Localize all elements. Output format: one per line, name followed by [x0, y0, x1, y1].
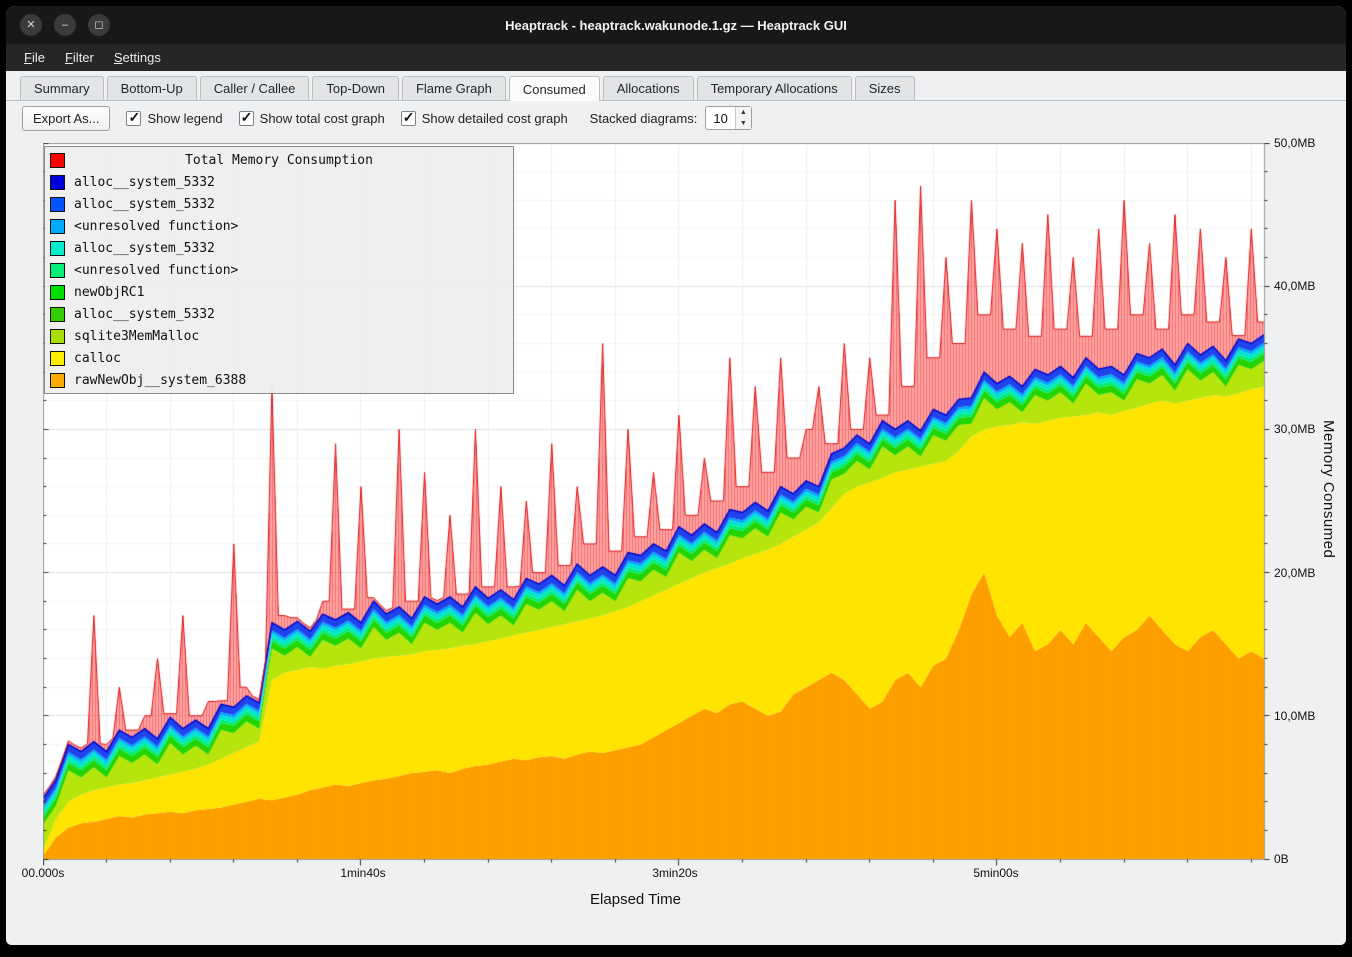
window-controls: ✕ – ◻ — [20, 14, 110, 36]
menu-file[interactable]: File — [14, 46, 55, 69]
spinner-value: 10 — [706, 107, 734, 129]
tab-bottom-up[interactable]: Bottom-Up — [107, 76, 197, 100]
tab-caller-callee[interactable]: Caller / Callee — [200, 76, 310, 100]
y-axis-label: 40,0MB — [1274, 278, 1315, 294]
y-axis-label: 50,0MB — [1274, 135, 1315, 151]
legend-title: Total Memory Consumption — [74, 153, 484, 168]
legend-color-swatch — [50, 153, 65, 168]
heaptrack-window: ✕ – ◻ Heaptrack - heaptrack.wakunode.1.g… — [6, 6, 1346, 945]
maximize-icon: ◻ — [94, 20, 103, 31]
tab-bar: Summary Bottom-Up Caller / Callee Top-Do… — [6, 71, 1346, 101]
legend-entry: alloc__system_5332 — [45, 237, 513, 259]
legend-entry-label: calloc — [74, 351, 121, 366]
tab-temporary-allocations[interactable]: Temporary Allocations — [697, 76, 852, 100]
legend-entry-label: alloc__system_5332 — [74, 307, 215, 322]
close-icon: ✕ — [26, 20, 35, 31]
legend-color-swatch — [50, 329, 65, 344]
window-title: Heaptrack - heaptrack.wakunode.1.gz — He… — [6, 18, 1346, 33]
checkbox-icon — [401, 111, 416, 126]
y-axis-title: Memory Consumed — [1320, 420, 1337, 558]
tab-top-down[interactable]: Top-Down — [312, 76, 399, 100]
legend-color-swatch — [50, 351, 65, 366]
legend-entry-label: newObjRC1 — [74, 285, 144, 300]
legend-entry: calloc — [45, 347, 513, 369]
checkbox-icon — [126, 111, 141, 126]
stacked-diagrams-label: Stacked diagrams: — [590, 111, 698, 126]
legend-entry: <unresolved function> — [45, 259, 513, 281]
x-axis-label: 5min00s — [951, 866, 1041, 880]
legend-color-swatch — [50, 373, 65, 388]
y-axis-label: 30,0MB — [1274, 421, 1315, 437]
show-legend-checkbox[interactable]: Show legend — [126, 111, 222, 126]
export-as-button[interactable]: Export As... — [22, 106, 110, 131]
chart-legend: Total Memory Consumption alloc__system_5… — [44, 146, 514, 394]
x-axis-title: Elapsed Time — [6, 891, 1265, 908]
legend-entry: alloc__system_5332 — [45, 171, 513, 193]
menu-filter[interactable]: Filter — [55, 46, 104, 69]
legend-entry: newObjRC1 — [45, 281, 513, 303]
tab-flame-graph[interactable]: Flame Graph — [402, 76, 506, 100]
legend-entry: alloc__system_5332 — [45, 303, 513, 325]
show-total-cost-graph-checkbox[interactable]: Show total cost graph — [239, 111, 385, 126]
stacked-diagrams-spinner[interactable]: 10 ▲ ▼ — [705, 106, 751, 130]
maximize-button[interactable]: ◻ — [88, 14, 110, 36]
menu-settings[interactable]: Settings — [104, 46, 171, 69]
x-axis-label: 00.000s — [6, 866, 88, 880]
legend-entry: alloc__system_5332 — [45, 193, 513, 215]
close-button[interactable]: ✕ — [20, 14, 42, 36]
legend-entry-label: rawNewObj__system_6388 — [74, 373, 246, 388]
chart-area: Total Memory Consumption alloc__system_5… — [6, 135, 1346, 945]
y-axis-label: 0B — [1274, 851, 1289, 867]
checkbox-label: Show detailed cost graph — [422, 111, 568, 126]
legend-color-swatch — [50, 219, 65, 234]
spinner-down-button[interactable]: ▼ — [736, 118, 751, 129]
y-axis-label: 20,0MB — [1274, 565, 1315, 581]
legend-color-swatch — [50, 175, 65, 190]
legend-entry-label: alloc__system_5332 — [74, 241, 215, 256]
spinner-buttons: ▲ ▼ — [735, 107, 751, 129]
legend-color-swatch — [50, 241, 65, 256]
legend-color-swatch — [50, 197, 65, 212]
checkbox-icon — [239, 111, 254, 126]
minimize-button[interactable]: – — [54, 14, 76, 36]
legend-color-swatch — [50, 285, 65, 300]
legend-entry-label: <unresolved function> — [74, 263, 238, 278]
legend-entry: sqlite3MemMalloc — [45, 325, 513, 347]
x-axis-label: 1min40s — [318, 866, 408, 880]
checkbox-label: Show total cost graph — [260, 111, 385, 126]
legend-entry-label: sqlite3MemMalloc — [74, 329, 199, 344]
tab-allocations[interactable]: Allocations — [603, 76, 694, 100]
legend-entry-label: alloc__system_5332 — [74, 197, 215, 212]
spinner-up-button[interactable]: ▲ — [736, 107, 751, 118]
legend-color-swatch — [50, 307, 65, 322]
minimize-icon: – — [62, 20, 68, 31]
show-detailed-cost-graph-checkbox[interactable]: Show detailed cost graph — [401, 111, 568, 126]
legend-entry-label: <unresolved function> — [74, 219, 238, 234]
tab-consumed[interactable]: Consumed — [509, 76, 600, 101]
y-axis-label: 10,0MB — [1274, 708, 1315, 724]
titlebar[interactable]: ✕ – ◻ Heaptrack - heaptrack.wakunode.1.g… — [6, 6, 1346, 44]
legend-color-swatch — [50, 263, 65, 278]
legend-entry-label: alloc__system_5332 — [74, 175, 215, 190]
chart-toolbar: Export As... Show legend Show total cost… — [6, 101, 1346, 135]
legend-entry: <unresolved function> — [45, 215, 513, 237]
legend-entry: rawNewObj__system_6388 — [45, 369, 513, 391]
tab-sizes[interactable]: Sizes — [855, 76, 915, 100]
legend-title-row: Total Memory Consumption — [45, 149, 513, 171]
checkbox-label: Show legend — [147, 111, 222, 126]
menubar: File Filter Settings — [6, 44, 1346, 71]
tab-summary[interactable]: Summary — [20, 76, 104, 100]
x-axis-label: 3min20s — [630, 866, 720, 880]
